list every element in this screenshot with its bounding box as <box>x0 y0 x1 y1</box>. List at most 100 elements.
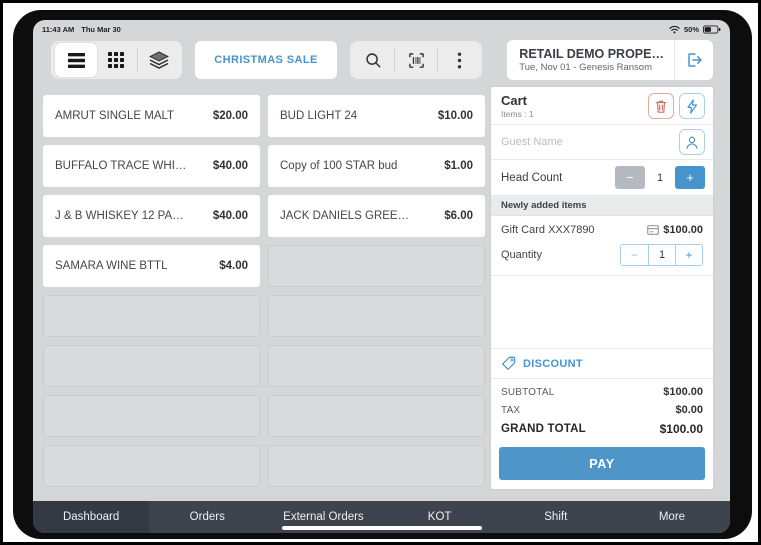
main-area: AMRUT SINGLE MALT $20.00 BUD LIGHT 24 $1… <box>33 85 730 501</box>
trash-icon <box>654 99 668 114</box>
quantity-plus-button[interactable]: + <box>675 245 702 265</box>
product-name: BUD LIGHT 24 <box>280 110 357 122</box>
actions-group <box>350 41 482 79</box>
empty-product-slot <box>43 345 260 387</box>
empty-product-slot <box>268 445 485 487</box>
home-indicator[interactable] <box>282 526 482 530</box>
view-toggle-group <box>51 41 182 79</box>
newly-added-header: Newly added items <box>491 196 713 216</box>
head-count-stepper: − 1 + <box>615 166 705 189</box>
product-price: $6.00 <box>444 210 473 222</box>
nav-item-more[interactable]: More <box>614 501 730 533</box>
cart-line-item[interactable]: Gift Card XXX7890 $100.00 <box>491 216 713 240</box>
quantity-row: Quantity − 1 + <box>491 240 713 276</box>
status-time: 11:43 AM <box>42 25 74 34</box>
product-price: $10.00 <box>438 110 473 122</box>
store-subtitle: Tue, Nov 01 - Genesis Ransom <box>519 62 664 73</box>
list-view-icon <box>68 53 85 68</box>
empty-product-slot <box>43 295 260 337</box>
quick-action-button[interactable] <box>679 93 705 119</box>
app-screen: 11:43 AM Thu Mar 30 50% <box>33 20 730 533</box>
category-button[interactable]: CHRISTMAS SALE <box>195 41 337 79</box>
nav-item-dashboard[interactable]: Dashboard <box>33 501 149 533</box>
lightning-icon <box>686 99 698 114</box>
bottom-nav: Dashboard Orders External Orders KOT Shi… <box>33 501 730 533</box>
screenshot-canvas: 11:43 AM Thu Mar 30 50% <box>0 0 761 545</box>
head-count-plus-button[interactable]: + <box>675 166 705 189</box>
quantity-value: 1 <box>648 245 675 265</box>
product-price: $40.00 <box>213 160 248 172</box>
list-view-button[interactable] <box>55 43 97 77</box>
product-tile[interactable]: J & B WHISKEY 12 PA… $40.00 <box>43 195 260 237</box>
product-name: JACK DANIELS GREE… <box>280 210 409 222</box>
kebab-menu-icon <box>457 52 462 69</box>
total-row: TAX $0.00 <box>491 401 713 419</box>
quantity-stepper: − 1 + <box>620 244 703 266</box>
total-label: TAX <box>501 405 520 416</box>
product-price: $4.00 <box>219 260 248 272</box>
status-bar: 11:43 AM Thu Mar 30 50% <box>33 20 730 35</box>
head-count-minus-button[interactable]: − <box>615 166 645 189</box>
logout-icon <box>684 50 704 70</box>
pay-button[interactable]: PAY <box>499 447 705 480</box>
line-item-price: $100.00 <box>663 224 703 236</box>
product-tile[interactable]: AMRUT SINGLE MALT $20.00 <box>43 95 260 137</box>
cart-title: Cart <box>501 93 534 109</box>
logout-button[interactable] <box>675 40 713 80</box>
quantity-minus-button[interactable]: − <box>621 245 648 265</box>
nav-item-shift[interactable]: Shift <box>498 501 614 533</box>
head-count-row: Head Count − 1 + <box>491 160 713 196</box>
product-price: $1.00 <box>444 160 473 172</box>
product-tile[interactable]: SAMARA WINE BTTL $4.00 <box>43 245 260 287</box>
product-name: BUFFALO TRACE WHI… <box>55 160 186 172</box>
store-header[interactable]: RETAIL DEMO PROPE… Tue, Nov 01 - Genesis… <box>507 40 713 80</box>
total-value: $0.00 <box>675 404 703 416</box>
nav-item-orders[interactable]: Orders <box>149 501 265 533</box>
empty-product-slot <box>43 395 260 437</box>
discount-tag-icon <box>501 356 516 371</box>
product-name: Copy of 100 STAR bud <box>280 160 397 172</box>
grid-view-button[interactable] <box>97 44 135 76</box>
product-tile[interactable]: BUD LIGHT 24 $10.00 <box>268 95 485 137</box>
discount-button[interactable]: DISCOUNT <box>491 348 713 379</box>
wifi-icon <box>669 25 680 34</box>
gift-card-icon <box>647 225 659 235</box>
product-tile[interactable]: BUFFALO TRACE WHI… $40.00 <box>43 145 260 187</box>
product-name: SAMARA WINE BTTL <box>55 260 167 272</box>
more-options-button[interactable] <box>440 44 478 76</box>
stack-view-button[interactable] <box>140 44 178 76</box>
toolbar-divider <box>437 48 438 72</box>
total-row: GRAND TOTAL $100.00 <box>491 419 713 439</box>
guest-name-input[interactable] <box>501 136 641 148</box>
toolbar: CHRISTMAS SALE <box>33 35 730 85</box>
stack-view-icon <box>149 51 169 69</box>
quantity-label: Quantity <box>501 249 542 261</box>
barcode-scan-icon <box>407 51 426 70</box>
product-grid: AMRUT SINGLE MALT $20.00 BUD LIGHT 24 $1… <box>43 95 485 487</box>
clear-cart-button[interactable] <box>648 93 674 119</box>
store-name: RETAIL DEMO PROPE… <box>519 47 664 63</box>
total-label: SUBTOTAL <box>501 387 554 398</box>
status-date: Thu Mar 30 <box>81 25 121 34</box>
total-label: GRAND TOTAL <box>501 423 586 435</box>
person-icon <box>685 135 699 150</box>
total-row: SUBTOTAL $100.00 <box>491 383 713 401</box>
cart-spacer <box>491 276 713 348</box>
head-count-label: Head Count <box>501 172 562 184</box>
product-name: J & B WHISKEY 12 PA… <box>55 210 184 222</box>
search-icon <box>364 51 382 69</box>
cart-header: Cart Items : 1 <box>491 87 713 125</box>
select-customer-button[interactable] <box>679 129 705 155</box>
barcode-scan-button[interactable] <box>397 44 435 76</box>
empty-product-slot <box>43 445 260 487</box>
search-button[interactable] <box>354 44 392 76</box>
discount-label: DISCOUNT <box>523 358 583 370</box>
product-tile[interactable]: JACK DANIELS GREE… $6.00 <box>268 195 485 237</box>
product-tile[interactable]: Copy of 100 STAR bud $1.00 <box>268 145 485 187</box>
cart-items-count: Items : 1 <box>501 109 534 119</box>
tablet-bezel: 11:43 AM Thu Mar 30 50% <box>13 10 752 539</box>
product-price: $20.00 <box>213 110 248 122</box>
total-value: $100.00 <box>660 422 703 436</box>
empty-product-slot <box>268 345 485 387</box>
empty-product-slot <box>268 395 485 437</box>
